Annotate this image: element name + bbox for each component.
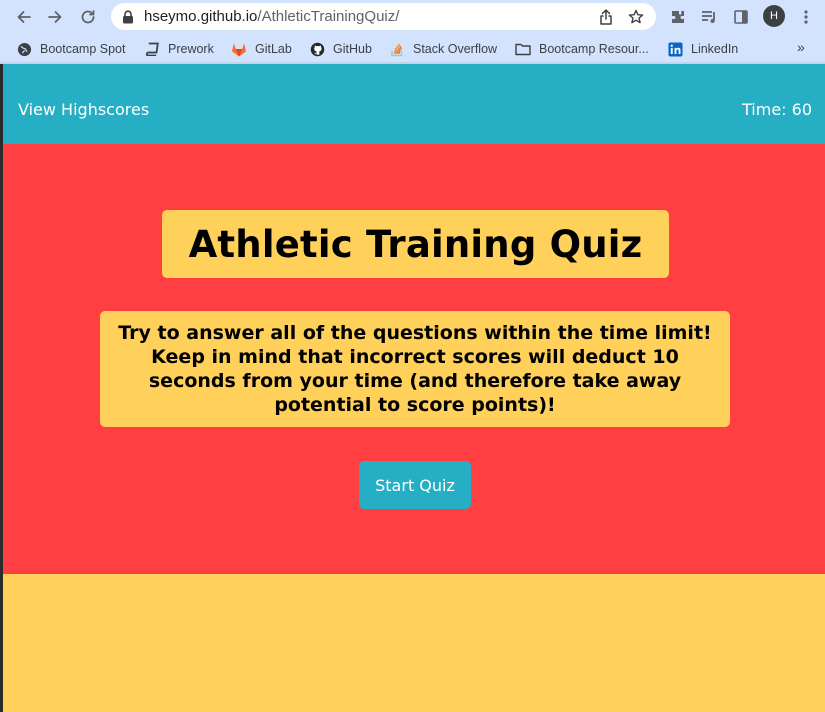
github-icon — [309, 41, 325, 57]
address-bar[interactable]: hseymo.github.io/AthleticTrainingQuiz/ — [111, 3, 656, 30]
browser-toolbar: hseymo.github.io/AthleticTrainingQuiz/ H — [0, 0, 825, 34]
bookmark-label: Prework — [168, 42, 214, 56]
share-icon[interactable] — [596, 7, 616, 27]
folder-icon — [515, 41, 531, 57]
title-card: Athletic Training Quiz — [162, 210, 669, 278]
bookmark-bootcamp-resources[interactable]: Bootcamp Resour... — [515, 40, 649, 58]
gitlab-icon — [231, 41, 247, 57]
linkedin-icon — [667, 41, 683, 57]
bookmark-linkedin[interactable]: LinkedIn — [667, 40, 738, 58]
back-icon[interactable] — [13, 6, 35, 28]
bookmark-label: Bootcamp Resour... — [539, 42, 649, 56]
lock-icon[interactable] — [118, 7, 138, 27]
forward-icon[interactable] — [44, 6, 66, 28]
url-path: /AthleticTrainingQuiz/ — [257, 8, 400, 25]
bookmark-label: LinkedIn — [691, 42, 739, 56]
side-panel-icon[interactable] — [730, 6, 752, 28]
instructions-card: Try to answer all of the questions withi… — [100, 311, 730, 427]
bookmark-label: GitLab — [255, 42, 292, 56]
bookmark-stack-overflow[interactable]: Stack Overflow — [389, 40, 497, 58]
page-content: View Highscores Time: 60 Athletic Traini… — [0, 64, 825, 712]
bookmark-gitlab[interactable]: GitLab — [231, 40, 292, 58]
profile-avatar[interactable]: H — [763, 5, 785, 27]
site-header: View Highscores Time: 60 — [3, 64, 825, 144]
bookmark-label: Stack Overflow — [413, 42, 498, 56]
reload-icon[interactable] — [77, 6, 99, 28]
menu-kebab-icon[interactable] — [795, 6, 817, 28]
bookmark-label: GitHub — [333, 42, 372, 56]
book-icon — [144, 41, 160, 57]
timer-display: Time: 60 — [742, 100, 812, 119]
extensions-icon[interactable] — [667, 6, 689, 28]
start-quiz-button[interactable]: Start Quiz — [359, 461, 471, 509]
instructions-text: Try to answer all of the questions withi… — [118, 322, 712, 416]
quiz-start-section: Athletic Training Quiz Try to answer all… — [3, 144, 825, 574]
media-queue-icon[interactable] — [698, 6, 720, 28]
globe-icon — [16, 41, 32, 57]
bookmark-prework[interactable]: Prework — [144, 40, 214, 58]
page-title: Athletic Training Quiz — [188, 222, 643, 266]
stackoverflow-icon — [389, 41, 405, 57]
bookmark-bootcamp-spot[interactable]: Bootcamp Spot — [16, 40, 125, 58]
bookmark-label: Bootcamp Spot — [40, 42, 126, 56]
url-text[interactable]: hseymo.github.io/AthleticTrainingQuiz/ — [144, 8, 399, 25]
bookmark-github[interactable]: GitHub — [309, 40, 372, 58]
more-bookmarks-chevron-icon[interactable]: » — [797, 39, 805, 55]
url-host: hseymo.github.io — [144, 8, 258, 25]
view-highscores-link[interactable]: View Highscores — [18, 100, 149, 119]
bookmark-star-icon[interactable] — [626, 7, 646, 27]
